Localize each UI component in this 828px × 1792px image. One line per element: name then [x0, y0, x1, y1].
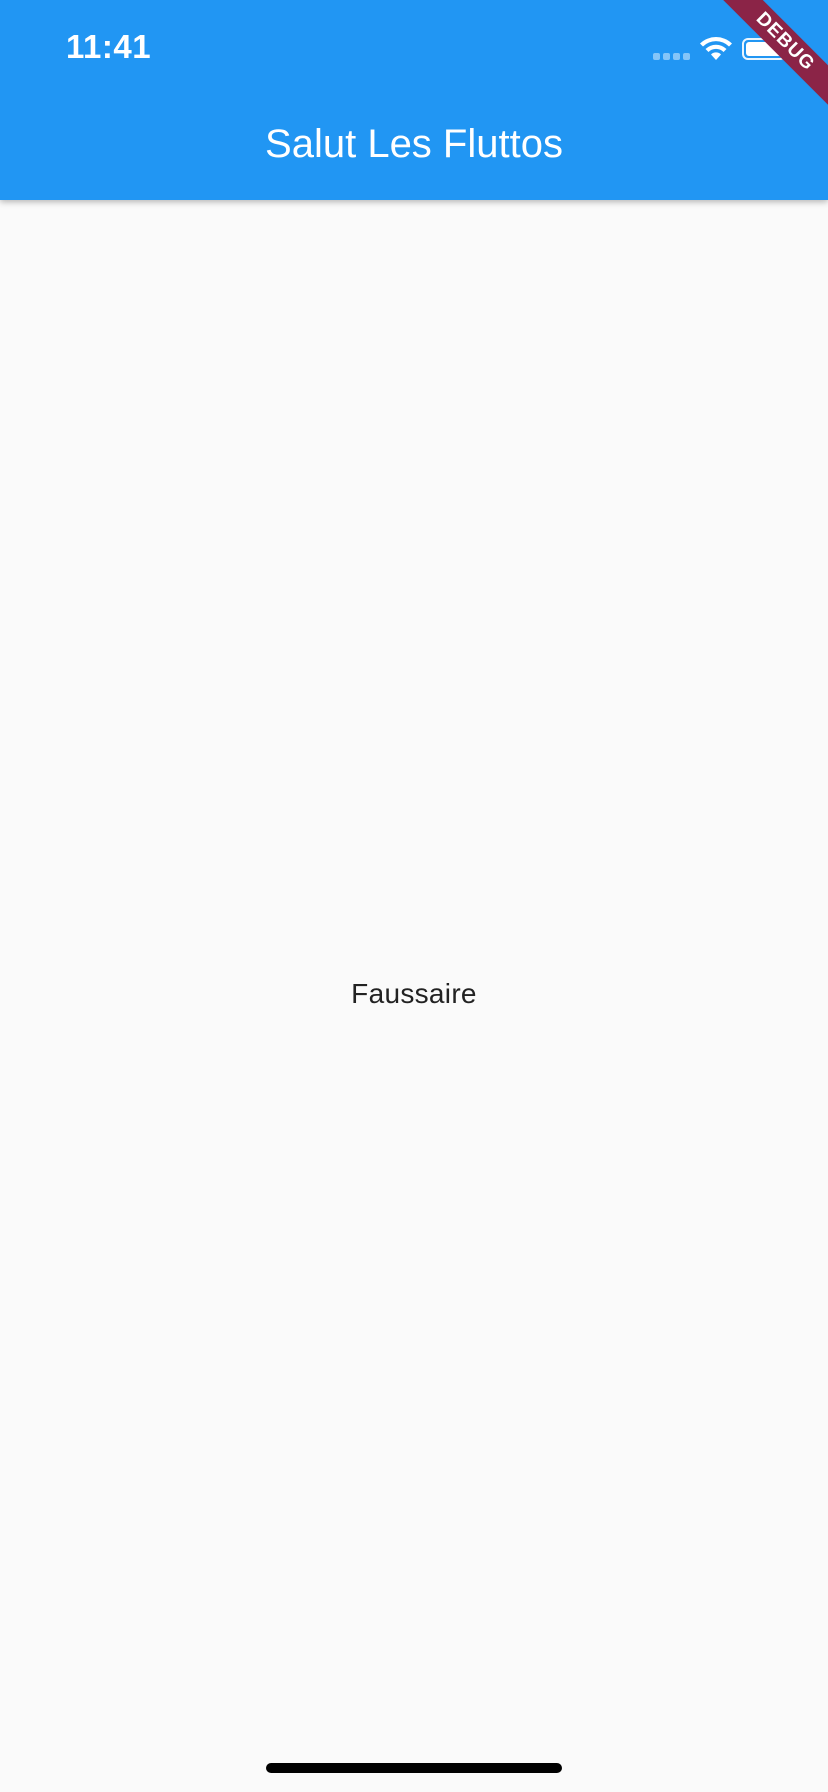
center-text: Faussaire	[351, 978, 477, 1009]
status-bar: 11:41	[0, 0, 828, 100]
debug-banner: DEBUG	[718, 0, 828, 109]
cellular-signal-icon	[653, 53, 691, 61]
app-bar: 11:41 Salut Les Fluttos	[0, 0, 828, 200]
home-indicator[interactable]	[266, 1763, 562, 1773]
debug-banner-area: DEBUG	[708, 0, 828, 120]
app-bar-title: Salut Les Fluttos	[265, 122, 563, 166]
status-time: 11:41	[66, 28, 152, 65]
